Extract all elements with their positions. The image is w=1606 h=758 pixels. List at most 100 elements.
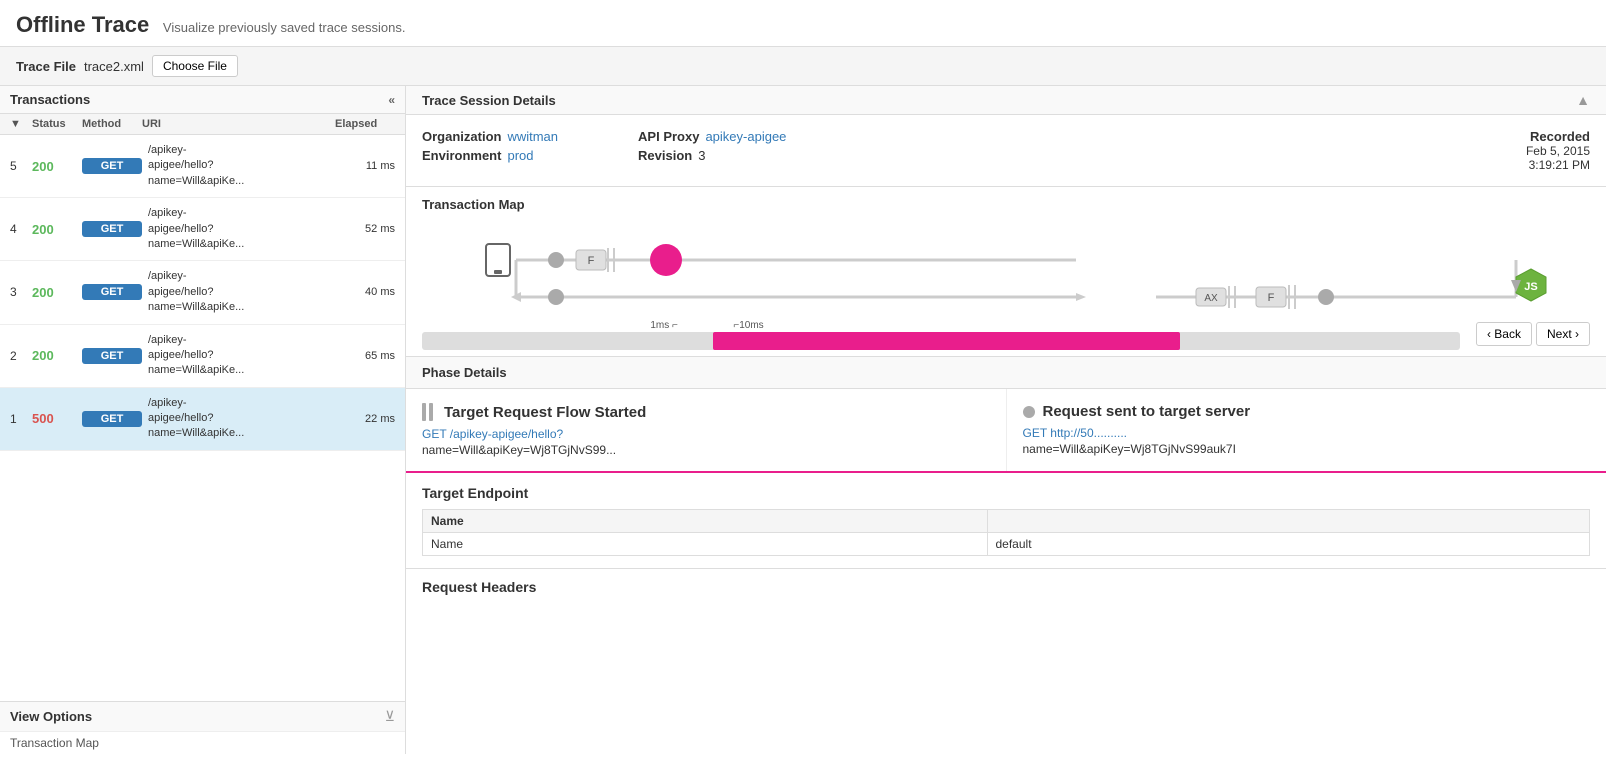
- uri-cell: /apikey-apigee/hello?name=Will&apiKe...: [142, 206, 335, 252]
- timeline-row: 1ms ⌐ ⌐10ms ‹ Back Next ›: [422, 322, 1590, 346]
- phase-card-2-param: name=Will&apiKey=Wj8TGjNvS99auk7I: [1023, 442, 1591, 456]
- recorded-date: Feb 5, 2015: [1526, 144, 1590, 158]
- environment-value: prod: [507, 148, 533, 163]
- col-elapsed: Elapsed: [335, 118, 395, 130]
- page-header: Offline Trace Visualize previously saved…: [0, 0, 1606, 47]
- view-options-bar: View Options ⊻: [0, 701, 405, 731]
- phase-card-2-method: GET http://50..........: [1023, 426, 1591, 440]
- status-badge: 200: [32, 348, 82, 363]
- right-panel: Trace Session Details ▲ Organization wwi…: [406, 86, 1606, 754]
- organization-row: Organization wwitman: [422, 129, 558, 144]
- transactions-title: Transactions: [10, 92, 90, 107]
- transactions-header: Transactions «: [0, 86, 405, 114]
- status-badge: 200: [32, 159, 82, 174]
- endpoint-row: Name default: [423, 533, 1590, 556]
- timeline-label-1ms: 1ms ⌐: [650, 320, 678, 331]
- organization-label: Organization: [422, 129, 501, 144]
- phase-card-1: Target Request Flow Started GET /apikey-…: [406, 389, 1007, 471]
- revision-row: Revision 3: [638, 148, 786, 163]
- endpoint-name-label: Name: [423, 533, 988, 556]
- row-num: 3: [10, 285, 32, 299]
- phase-details-title: Phase Details: [406, 357, 1606, 389]
- page-subtitle: Visualize previously saved trace session…: [163, 20, 406, 35]
- page-title: Offline Trace: [16, 12, 149, 37]
- timeline-label-10ms: ⌐10ms: [733, 320, 763, 331]
- organization-value: wwitman: [507, 129, 558, 144]
- elapsed-cell: 52 ms: [335, 223, 395, 235]
- revision-value: 3: [698, 148, 705, 163]
- method-badge: GET: [82, 221, 142, 237]
- phase-cards: Target Request Flow Started GET /apikey-…: [406, 389, 1606, 473]
- table-row[interactable]: 1 500 GET /apikey-apigee/hello?name=Will…: [0, 388, 405, 451]
- phase-card-2: Request sent to target server GET http:/…: [1007, 389, 1606, 471]
- endpoint-value-col-header: [987, 510, 1590, 533]
- endpoint-name-value: default: [987, 533, 1590, 556]
- api-proxy-label: API Proxy: [638, 129, 699, 144]
- phase-card-2-title: Request sent to target server: [1023, 403, 1591, 420]
- recorded-block: Recorded Feb 5, 2015 3:19:21 PM: [1526, 129, 1590, 172]
- elapsed-cell: 22 ms: [335, 413, 395, 425]
- request-headers-section: Request Headers: [406, 569, 1606, 605]
- environment-row: Environment prod: [422, 148, 558, 163]
- table-row[interactable]: 2 200 GET /apikey-apigee/hello?name=Will…: [0, 325, 405, 388]
- trace-file-label: Trace File: [16, 59, 76, 74]
- status-badge: 200: [32, 285, 82, 300]
- uri-cell: /apikey-apigee/hello?name=Will&apiKe...: [142, 269, 335, 315]
- col-uri: URI: [142, 118, 335, 130]
- environment-label: Environment: [422, 148, 501, 163]
- collapse-session-button[interactable]: ▲: [1576, 92, 1590, 108]
- col-sort-icon: ▼: [10, 118, 32, 130]
- org-env-group: Organization wwitman Environment prod: [422, 129, 558, 163]
- endpoint-table: Name Name default: [422, 509, 1590, 556]
- request-headers-title: Request Headers: [422, 579, 1590, 595]
- method-badge: GET: [82, 284, 142, 300]
- timeline-bar-container: 1ms ⌐ ⌐10ms: [422, 324, 1460, 344]
- transaction-map-title: Transaction Map: [422, 197, 1590, 212]
- collapse-transactions-button[interactable]: «: [388, 93, 395, 107]
- method-badge: GET: [82, 411, 142, 427]
- trace-session-header: Trace Session Details ▲: [406, 86, 1606, 115]
- svg-text:F: F: [588, 255, 595, 267]
- row-num: 1: [10, 412, 32, 426]
- api-proxy-value: apikey-apigee: [705, 129, 786, 144]
- status-badge: 500: [32, 411, 82, 426]
- row-num: 4: [10, 222, 32, 236]
- svg-text:AX: AX: [1204, 293, 1218, 304]
- table-row[interactable]: 4 200 GET /apikey-apigee/hello?name=Will…: [0, 198, 405, 261]
- choose-file-button[interactable]: Choose File: [152, 55, 238, 77]
- session-details: Organization wwitman Environment prod AP…: [406, 115, 1606, 187]
- phase-card-1-title: Target Request Flow Started: [422, 403, 990, 421]
- transaction-map-option: Transaction Map: [0, 731, 405, 754]
- transaction-map-section: Transaction Map: [406, 187, 1606, 357]
- target-endpoint-section: Target Endpoint Name Name default: [406, 473, 1606, 569]
- phase-card-1-method: GET /apikey-apigee/hello?: [422, 427, 990, 441]
- svg-text:F: F: [1268, 292, 1275, 304]
- table-column-headers: ▼ Status Method URI Elapsed: [0, 114, 405, 135]
- col-status: Status: [32, 118, 82, 130]
- transaction-list: 5 200 GET /apikey-apigee/hello?name=Will…: [0, 135, 405, 701]
- row-num: 5: [10, 159, 32, 173]
- view-options-label: View Options: [10, 709, 92, 724]
- elapsed-cell: 65 ms: [335, 350, 395, 362]
- trace-file-name: trace2.xml: [84, 59, 144, 74]
- elapsed-cell: 40 ms: [335, 286, 395, 298]
- revision-label: Revision: [638, 148, 692, 163]
- pause-icon: [422, 403, 436, 421]
- view-options-toggle[interactable]: ⊻: [385, 708, 395, 725]
- col-method: Method: [82, 118, 142, 130]
- uri-cell: /apikey-apigee/hello?name=Will&apiKe...: [142, 396, 335, 442]
- recorded-label: Recorded: [1526, 129, 1590, 144]
- method-badge: GET: [82, 158, 142, 174]
- table-row[interactable]: 3 200 GET /apikey-apigee/hello?name=Will…: [0, 261, 405, 324]
- table-row[interactable]: 5 200 GET /apikey-apigee/hello?name=Will…: [0, 135, 405, 198]
- trace-file-row: Trace File trace2.xml Choose File: [0, 47, 1606, 86]
- svg-text:JS: JS: [1524, 281, 1537, 293]
- left-panel: Transactions « ▼ Status Method URI Elaps…: [0, 86, 406, 754]
- phase-details-section: Phase Details Target Request Flow Starte…: [406, 357, 1606, 754]
- trace-session-title: Trace Session Details: [422, 93, 556, 108]
- elapsed-cell: 11 ms: [335, 160, 395, 172]
- timeline-pink-segment: [713, 332, 1180, 350]
- circle-icon: [1023, 406, 1035, 418]
- flow-svg: F AX F: [422, 222, 1590, 332]
- api-proxy-row: API Proxy apikey-apigee: [638, 129, 786, 144]
